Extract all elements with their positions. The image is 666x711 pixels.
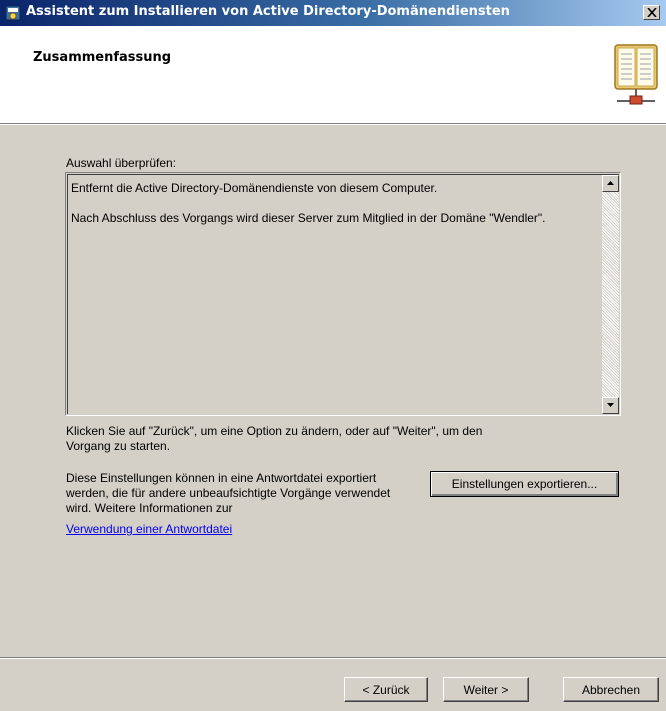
vertical-scrollbar[interactable] [602,175,619,414]
header-divider [0,123,666,125]
scroll-down-button[interactable] [602,397,619,414]
cancel-button[interactable]: Abbrechen [563,677,659,702]
review-label: Auswahl überprüfen: [66,156,177,170]
summary-textbox-inner: Entfernt die Active Directory-Domänendie… [67,174,619,414]
page-title: Zusammenfassung [33,50,172,65]
footer-divider [0,657,666,659]
installer-wizard-window: Assistent zum Installieren von Active Di… [0,0,666,711]
ad-installer-icon [6,5,21,21]
book-network-icon [614,44,658,105]
answer-file-help-link[interactable]: Verwendung einer Antwortdatei [66,522,232,536]
summary-textbox[interactable]: Entfernt die Active Directory-Domänendie… [65,172,621,416]
summary-line: Entfernt die Active Directory-Domänendie… [71,181,438,195]
arrow-up-icon [607,181,614,185]
title-bar[interactable]: Assistent zum Installieren von Active Di… [0,0,666,26]
navigation-hint: Klicken Sie auf "Zurück", um eine Option… [66,424,483,453]
arrow-down-icon [607,403,614,407]
summary-text: Entfernt die Active Directory-Domänendie… [71,181,581,241]
wizard-header: Zusammenfassung [0,26,666,123]
scroll-up-button[interactable] [602,175,619,192]
close-button[interactable] [643,5,660,20]
next-button[interactable]: Weiter > [443,677,529,702]
back-button[interactable]: < Zurück [344,677,428,702]
window-title: Assistent zum Installieren von Active Di… [26,4,510,19]
close-icon [647,8,657,17]
export-description: Diese Einstellungen können in eine Antwo… [66,471,391,515]
summary-line: Nach Abschluss des Vorgangs wird dieser … [71,211,546,225]
export-settings-button[interactable]: Einstellungen exportieren... [430,471,619,497]
